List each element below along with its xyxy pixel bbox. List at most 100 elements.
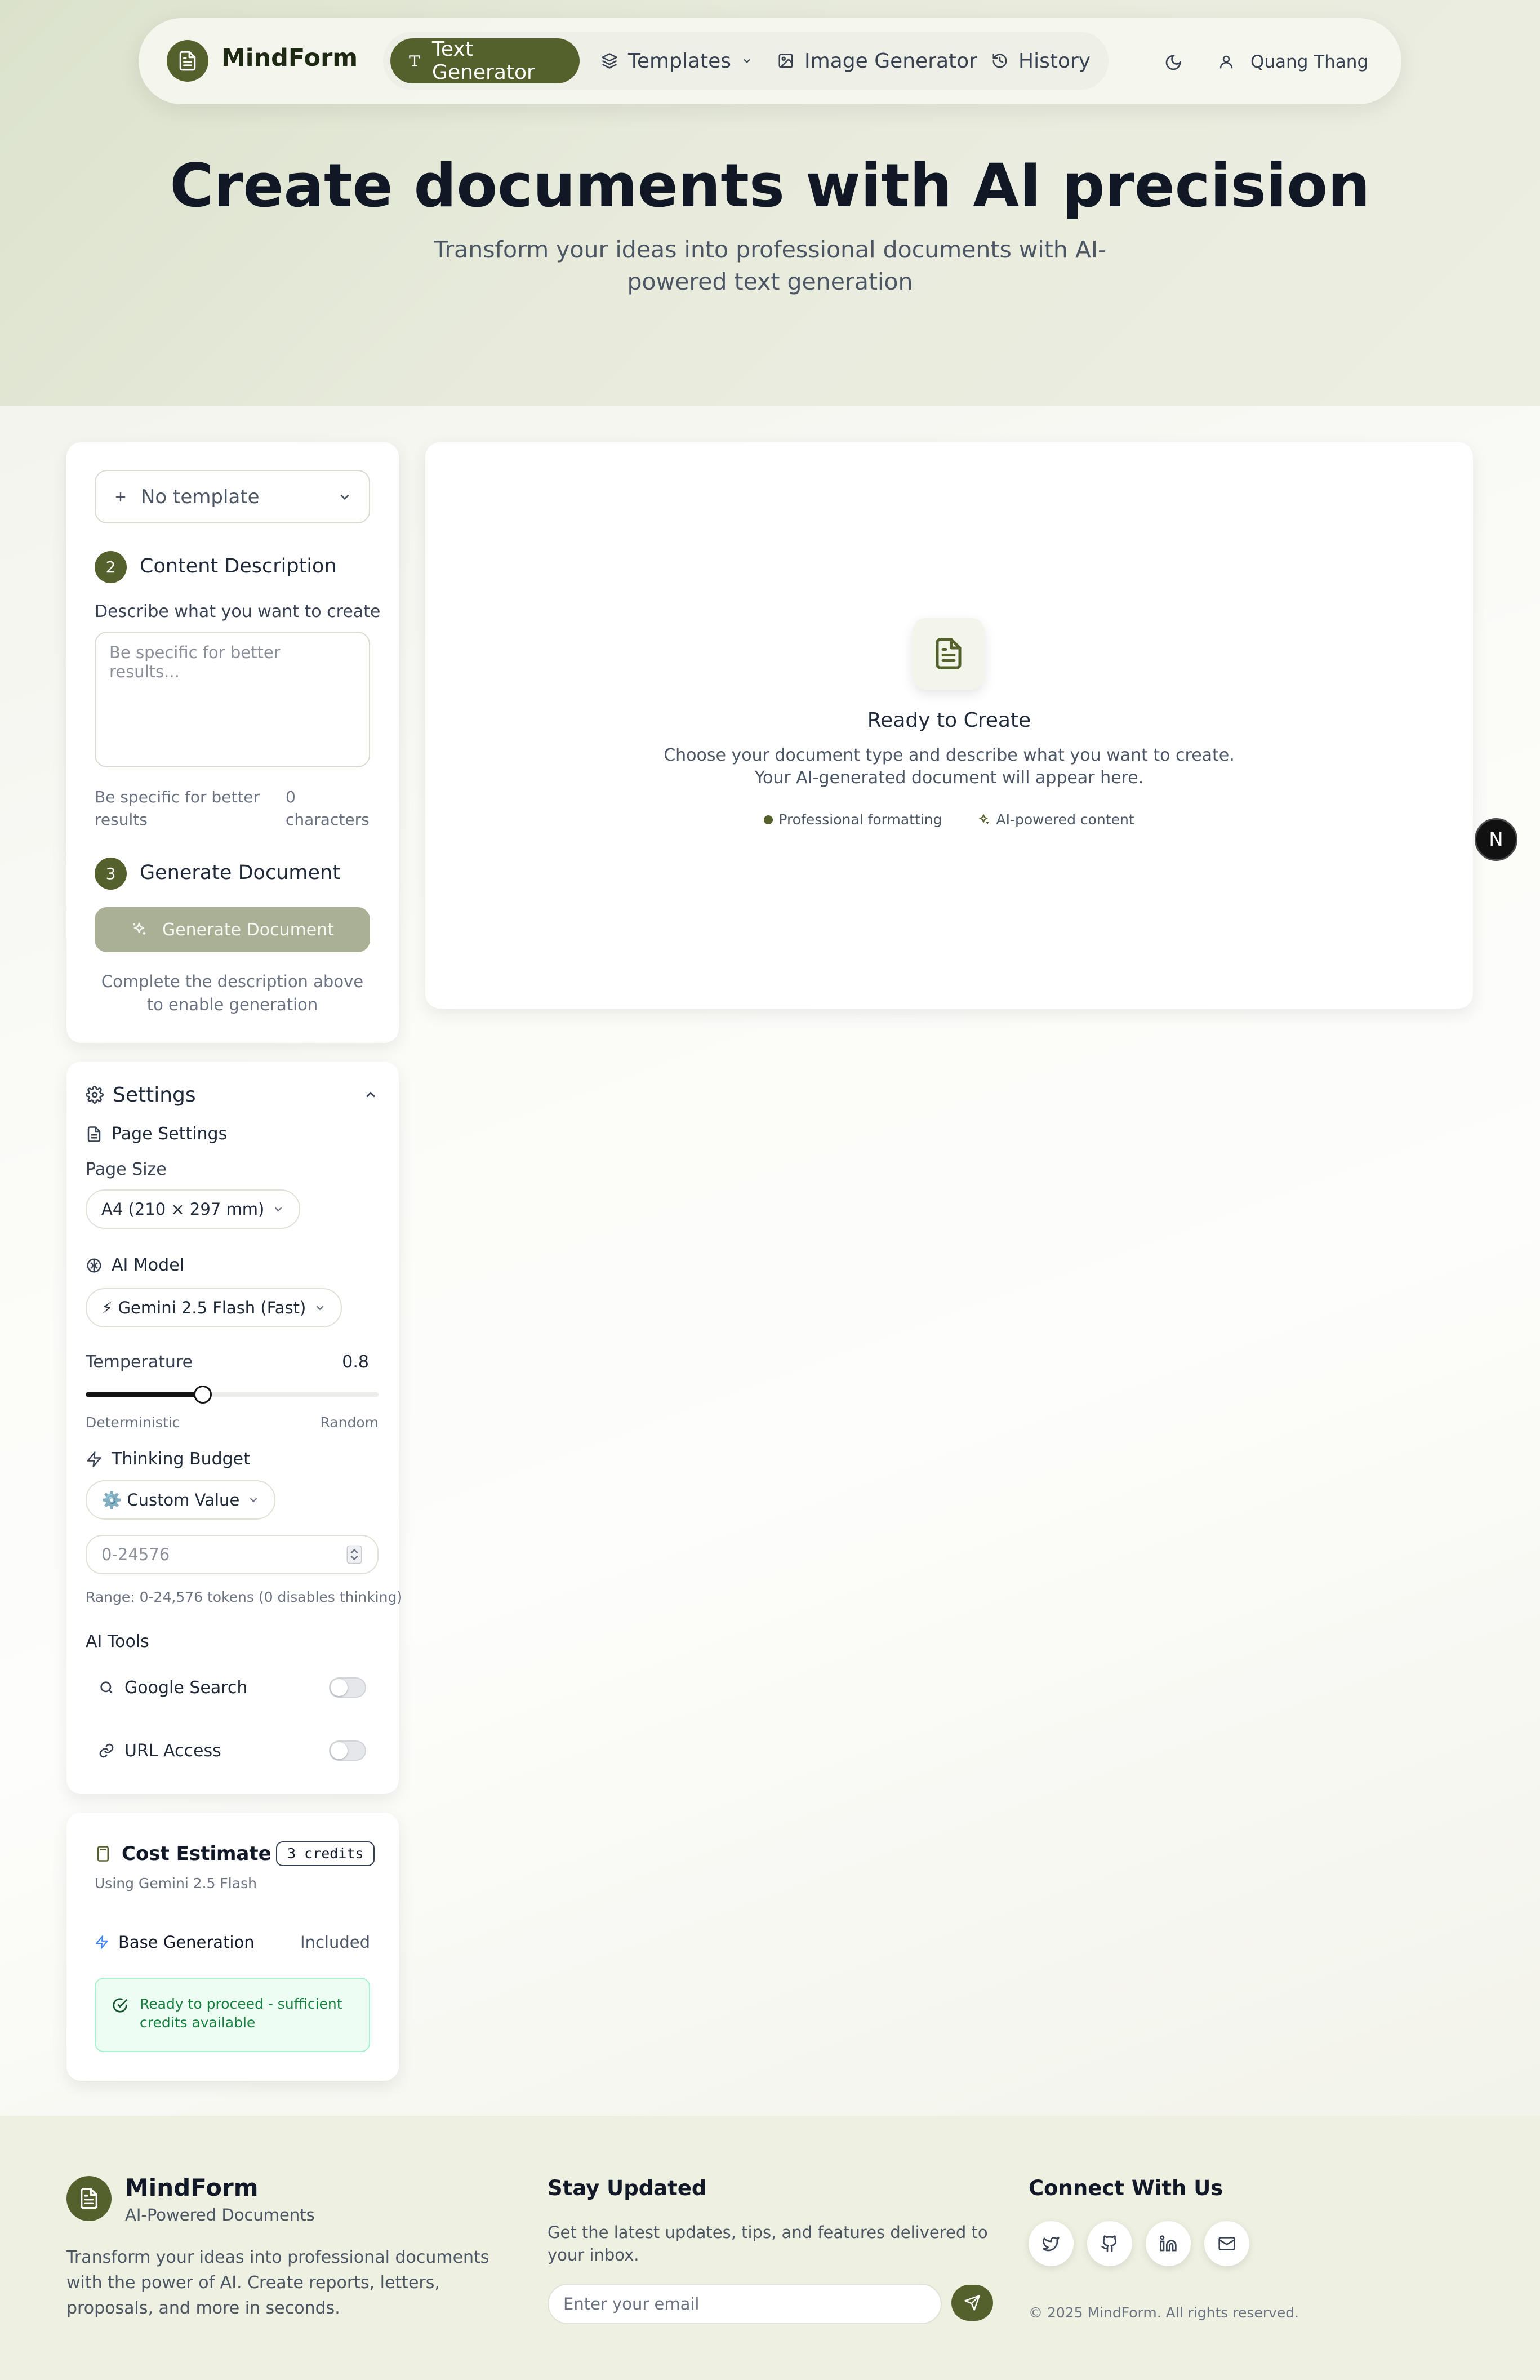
- settings-title: Settings: [113, 1083, 196, 1107]
- settings-header[interactable]: Settings: [86, 1081, 379, 1109]
- thinking-budget-value: ⚙️ Custom Value: [101, 1490, 240, 1509]
- generate-button-label: Generate Document: [162, 920, 335, 940]
- page-settings-label: Page Settings: [112, 1124, 228, 1144]
- chevron-up-icon: [366, 1091, 376, 1098]
- newsletter-submit-button[interactable]: [951, 2285, 993, 2321]
- sparkles-icon: [133, 922, 146, 935]
- google-search-toggle[interactable]: [329, 1677, 366, 1698]
- toggle-knob: [331, 1679, 348, 1696]
- textarea-hint: Be specific for better results: [95, 788, 260, 829]
- chevron-down-icon: [744, 59, 750, 63]
- hero-subtitle: Transform your ideas into professional d…: [434, 236, 1106, 295]
- document-icon: [936, 638, 962, 669]
- cost-estimate-heading: Cost Estimate: [95, 1842, 271, 1865]
- lightning-icon: [87, 1451, 101, 1467]
- brand-name[interactable]: MindForm: [221, 44, 358, 72]
- preview-features: Professional formatting AI-powered conte…: [425, 811, 1473, 828]
- preview-icon-box: [913, 618, 985, 690]
- preview-line-2: Your AI-generated document will appear h…: [754, 768, 1144, 788]
- footer-description: Transform your ideas into professional d…: [66, 2248, 489, 2318]
- character-counter: 0 characters: [286, 786, 370, 831]
- moon-icon: [1165, 55, 1181, 70]
- brand-logo[interactable]: [167, 40, 208, 82]
- ai-model-value: ⚡ Gemini 2.5 Flash (Fast): [101, 1298, 306, 1317]
- tab-history[interactable]: History: [974, 38, 1107, 83]
- thinking-budget-heading: Thinking Budget: [86, 1449, 250, 1469]
- url-access-toggle[interactable]: [329, 1740, 366, 1761]
- toggle-knob: [331, 1742, 348, 1759]
- temperature-max-label: Random: [320, 1414, 379, 1431]
- temperature-value: 0.8: [342, 1352, 369, 1372]
- cost-estimate-title: Cost Estimate: [122, 1842, 271, 1865]
- tab-label: History: [1018, 49, 1091, 73]
- base-generation-label: Base Generation: [118, 1933, 255, 1952]
- number-stepper-icon[interactable]: [346, 1545, 363, 1564]
- calculator-icon: [97, 1846, 109, 1862]
- template-select-value: No template: [141, 485, 260, 508]
- stay-updated-title: Stay Updated: [548, 2176, 707, 2200]
- newsletter-email-input[interactable]: Enter your email: [548, 2284, 942, 2324]
- ai-model-label: AI Model: [112, 1255, 184, 1275]
- cost-estimate-subtitle: Using Gemini 2.5 Flash: [95, 1875, 257, 1891]
- tab-label: Image Generator: [804, 49, 978, 73]
- stay-updated-text: Get the latest updates, tips, and featur…: [548, 2223, 988, 2264]
- feature-ai-powered-content: AI-powered content: [977, 811, 1134, 828]
- preview-title: Ready to Create: [867, 709, 1031, 732]
- history-icon: [992, 54, 1007, 68]
- feature-label: AI-powered content: [996, 811, 1134, 828]
- temperature-label: Temperature: [86, 1352, 193, 1372]
- preview-line-1: Choose your document type and describe w…: [664, 745, 1235, 765]
- generate-note: Complete the description above to enable…: [101, 972, 364, 1014]
- temperature-slider[interactable]: [86, 1386, 379, 1404]
- type-icon: [409, 55, 420, 66]
- template-select[interactable]: No template: [95, 470, 370, 523]
- chevron-down-icon: [317, 1306, 324, 1311]
- tab-templates[interactable]: Templates: [584, 38, 769, 83]
- tab-text-generator[interactable]: Text Generator: [390, 38, 580, 84]
- thinking-budget-select[interactable]: ⚙️ Custom Value: [86, 1480, 276, 1520]
- credits-badge: 3 credits: [276, 1841, 375, 1866]
- tool-row-google-search[interactable]: Google Search: [99, 1675, 366, 1700]
- slider-thumb[interactable]: [194, 1386, 212, 1404]
- floating-next-button[interactable]: N: [1475, 818, 1517, 861]
- email-placeholder: Enter your email: [563, 2294, 700, 2314]
- page-settings-heading: Page Settings: [86, 1124, 227, 1144]
- linkedin-link[interactable]: [1146, 2221, 1191, 2266]
- brain-icon: [87, 1258, 101, 1272]
- page-size-select[interactable]: A4 (210 × 297 mm): [86, 1189, 301, 1229]
- chevron-down-icon: [250, 1498, 257, 1503]
- chevron-down-icon: [274, 1207, 282, 1212]
- image-icon: [778, 54, 793, 68]
- theme-toggle-button[interactable]: [1159, 48, 1187, 77]
- footer-tagline: AI-Powered Documents: [125, 2205, 315, 2224]
- step-title-content-description: Content Description: [140, 555, 337, 578]
- page-size-value: A4 (210 × 297 mm): [101, 1200, 265, 1219]
- ai-model-heading: AI Model: [86, 1255, 184, 1275]
- footer-brand: MindForm: [125, 2174, 259, 2201]
- cost-status-text: Ready to proceed - sufficient credits av…: [140, 1996, 342, 2031]
- content-description-textarea[interactable]: Be specific for better results...: [95, 632, 370, 767]
- ai-tools-label: AI Tools: [86, 1632, 149, 1651]
- connect-title: Connect With Us: [1029, 2176, 1223, 2200]
- footer-logo[interactable]: [66, 2176, 112, 2221]
- thinking-budget-input[interactable]: 0-24576: [86, 1535, 379, 1574]
- twitter-icon: [1043, 2237, 1060, 2252]
- user-menu[interactable]: Quang Thang: [1218, 47, 1368, 77]
- user-name: Quang Thang: [1250, 52, 1369, 72]
- search-icon: [100, 1681, 113, 1694]
- feature-professional-formatting: Professional formatting: [764, 811, 942, 828]
- step-number-2: 2: [95, 551, 127, 583]
- hero-title: Create documents with AI precision: [170, 151, 1370, 220]
- ai-model-select[interactable]: ⚡ Gemini 2.5 Flash (Fast): [86, 1288, 342, 1327]
- tool-row-url-access[interactable]: URL Access: [99, 1738, 366, 1764]
- thinking-budget-label: Thinking Budget: [112, 1449, 250, 1469]
- temperature-min-label: Deterministic: [86, 1414, 180, 1431]
- chevron-down-icon: [340, 494, 349, 500]
- github-link[interactable]: [1087, 2221, 1132, 2266]
- send-icon: [964, 2295, 980, 2311]
- twitter-link[interactable]: [1029, 2221, 1074, 2266]
- tab-image-generator[interactable]: Image Generator: [760, 38, 994, 83]
- slider-fill: [86, 1392, 203, 1397]
- email-link[interactable]: [1204, 2221, 1249, 2266]
- generate-document-button[interactable]: Generate Document: [95, 907, 370, 952]
